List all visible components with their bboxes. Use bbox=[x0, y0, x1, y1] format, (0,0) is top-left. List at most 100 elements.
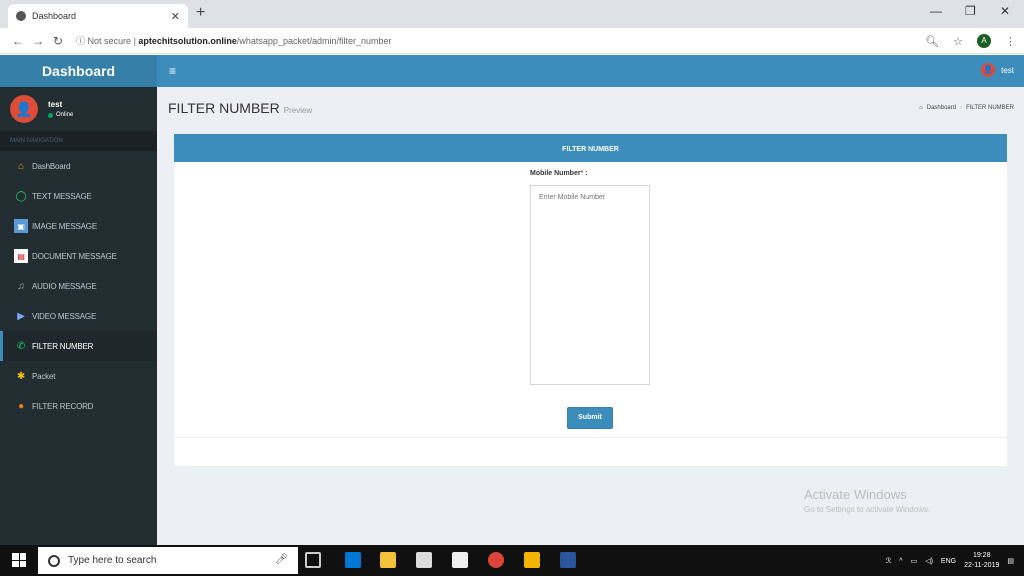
mobile-number-label: Mobile Number* : bbox=[530, 170, 588, 177]
sidebar-item-label: TEXT MESSAGE bbox=[32, 191, 92, 201]
app-logo[interactable]: Dashboard bbox=[0, 55, 157, 87]
filter-number-box: FILTER NUMBER Mobile Number* : Submit bbox=[174, 134, 1007, 466]
more-menu-icon[interactable]: ⋮ bbox=[1005, 35, 1016, 48]
address-bar-actions: 🔍︎ ☆ A ⋮ bbox=[925, 34, 1016, 48]
page-subtitle: Preview bbox=[283, 106, 313, 115]
sidebar-item-dashboard[interactable]: ⌂ DashBoard bbox=[0, 151, 157, 181]
network-icon[interactable]: ▭ bbox=[911, 557, 918, 565]
address-bar: ← → ↻ ⓘ Not secure | aptechitsolution.on… bbox=[0, 28, 1024, 54]
notification-icon[interactable]: ▤ bbox=[1007, 557, 1014, 565]
sidebar-item-label: AUDIO MESSAGE bbox=[32, 281, 97, 291]
image-icon: ▣ bbox=[14, 219, 28, 233]
url-path: /whatsapp_packet/admin/filter_number bbox=[236, 36, 392, 46]
page-title-text: FILTER NUMBER bbox=[168, 100, 280, 116]
sidebar-item-video-message[interactable]: ▶ VIDEO MESSAGE bbox=[0, 301, 157, 331]
chrome-icon[interactable] bbox=[488, 552, 504, 568]
task-view-icon[interactable] bbox=[305, 552, 321, 568]
microphone-icon[interactable]: 🎤︎ bbox=[275, 554, 288, 565]
taskbar-search[interactable]: Type here to search 🎤︎ bbox=[38, 547, 298, 574]
user-avatar: 👤 bbox=[981, 63, 996, 77]
reload-icon[interactable]: ↻ bbox=[48, 34, 68, 48]
sidebar-item-filter-record[interactable]: ● FILTER RECORD bbox=[0, 391, 157, 421]
mail-icon[interactable] bbox=[452, 552, 468, 568]
volume-icon[interactable]: ◁) bbox=[925, 557, 933, 565]
sidebar-item-text-message[interactable]: ◯ TEXT MESSAGE bbox=[0, 181, 157, 211]
packet-icon: ✱ bbox=[16, 370, 26, 382]
sidebar-item-packet[interactable]: ✱ Packet bbox=[0, 361, 157, 391]
close-window-icon[interactable]: ✕ bbox=[1000, 4, 1010, 18]
windows-start-icon[interactable] bbox=[12, 553, 26, 567]
sidebar-item-label: FILTER RECORD bbox=[32, 401, 94, 411]
url-host: aptechitsolution.online bbox=[138, 36, 237, 46]
menu-toggle-icon[interactable]: ≡ bbox=[169, 64, 176, 78]
top-navbar: ≡ 👤 test bbox=[157, 55, 1024, 87]
nav-header: MAIN NAVIGATION bbox=[0, 131, 157, 151]
sidebar-item-document-message[interactable]: ▤ DOCUMENT MESSAGE bbox=[0, 241, 157, 271]
browser-tab[interactable]: Dashboard ✕ bbox=[8, 4, 188, 28]
submit-button[interactable]: Submit bbox=[567, 407, 613, 429]
maximize-icon[interactable]: ❐ bbox=[965, 4, 976, 18]
page-title: FILTER NUMBER Preview bbox=[168, 100, 312, 116]
document-icon: ▤ bbox=[14, 249, 28, 263]
sidebar-item-label: IMAGE MESSAGE bbox=[32, 221, 97, 231]
forward-icon[interactable]: → bbox=[28, 34, 48, 48]
cortana-icon bbox=[48, 554, 60, 567]
record-icon: ● bbox=[18, 400, 24, 412]
breadcrumb: ⌂ Dashboard › FILTER NUMBER bbox=[919, 105, 1014, 111]
audio-icon: ♫ bbox=[17, 280, 25, 292]
clock[interactable]: 19:28 22-11-2019 bbox=[964, 551, 999, 571]
browser-tabbar: Dashboard ✕ + — ❐ ✕ bbox=[0, 0, 1024, 28]
mobile-number-input[interactable] bbox=[530, 185, 650, 385]
info-icon: ⓘ bbox=[76, 36, 88, 46]
edge-icon[interactable] bbox=[345, 552, 361, 568]
url-field[interactable]: ⓘ Not secure | aptechitsolution.online/w… bbox=[76, 34, 392, 47]
sidebar-item-label: FILTER NUMBER bbox=[32, 341, 94, 351]
sidebar-item-label: Packet bbox=[32, 371, 56, 381]
dashboard-icon: ⌂ bbox=[919, 105, 923, 111]
store-icon[interactable] bbox=[416, 552, 432, 568]
sidebar: Dashboard 👤 test Online MAIN NAVIGATION … bbox=[0, 55, 157, 545]
user-avatar: 👤 bbox=[10, 95, 38, 123]
top-user-menu[interactable]: 👤 test bbox=[981, 63, 1014, 77]
lang-indicator[interactable]: ENG bbox=[941, 558, 956, 565]
profile-avatar[interactable]: A bbox=[977, 34, 991, 48]
site-favicon-icon bbox=[16, 11, 26, 21]
sidebar-item-image-message[interactable]: ▣ IMAGE MESSAGE bbox=[0, 211, 157, 241]
sidebar-item-audio-message[interactable]: ♫ AUDIO MESSAGE bbox=[0, 271, 157, 301]
activate-windows-watermark: Activate Windows Go to Settings to activ… bbox=[804, 487, 930, 514]
bookmark-star-icon[interactable]: ☆ bbox=[953, 35, 963, 48]
phone-icon: ✆ bbox=[16, 340, 26, 352]
whatsapp-icon: ◯ bbox=[15, 190, 27, 202]
user-name: test bbox=[48, 100, 63, 109]
word-icon[interactable] bbox=[560, 552, 576, 568]
system-tray: ℛ ^ ▭ ◁) ENG 19:28 22-11-2019 ▤ bbox=[886, 551, 1014, 571]
user-status: Online bbox=[48, 112, 73, 118]
content-header: FILTER NUMBER Preview ⌂ Dashboard › FILTE… bbox=[157, 87, 1024, 133]
sidebar-item-label: VIDEO MESSAGE bbox=[32, 311, 97, 321]
minimize-icon[interactable]: — bbox=[930, 4, 942, 18]
show-hidden-icon[interactable]: ^ bbox=[899, 558, 902, 565]
close-tab-icon[interactable]: ✕ bbox=[171, 10, 180, 23]
tab-title: Dashboard bbox=[32, 11, 77, 21]
user-info: test Online bbox=[48, 100, 73, 118]
home-icon: ⌂ bbox=[18, 160, 24, 172]
online-dot-icon bbox=[48, 112, 53, 118]
sticky-notes-icon[interactable] bbox=[524, 552, 540, 568]
top-user-name: test bbox=[1001, 65, 1014, 75]
sidebar-item-filter-number[interactable]: ✆ FILTER NUMBER bbox=[0, 331, 157, 361]
people-icon[interactable]: ℛ bbox=[886, 557, 892, 565]
windows-taskbar: Type here to search 🎤︎ ℛ ^ ▭ ◁) ENG 19:2… bbox=[0, 545, 1024, 576]
user-panel: 👤 test Online bbox=[0, 87, 157, 131]
zoom-icon[interactable]: 🔍︎ bbox=[925, 35, 939, 48]
admin-app: Dashboard 👤 test Online MAIN NAVIGATION … bbox=[0, 55, 1024, 545]
file-explorer-icon[interactable] bbox=[380, 552, 396, 568]
back-icon[interactable]: ← bbox=[8, 34, 28, 48]
watermark-subtitle: Go to Settings to activate Windows. bbox=[804, 505, 931, 514]
sidebar-item-label: DOCUMENT MESSAGE bbox=[32, 251, 117, 261]
clock-date: 22-11-2019 bbox=[964, 562, 1000, 569]
breadcrumb-dashboard[interactable]: Dashboard bbox=[927, 105, 956, 111]
new-tab-icon[interactable]: + bbox=[196, 4, 205, 22]
search-placeholder: Type here to search bbox=[68, 555, 157, 566]
user-status-label: Online bbox=[56, 112, 74, 118]
box-title: FILTER NUMBER bbox=[174, 137, 1007, 162]
